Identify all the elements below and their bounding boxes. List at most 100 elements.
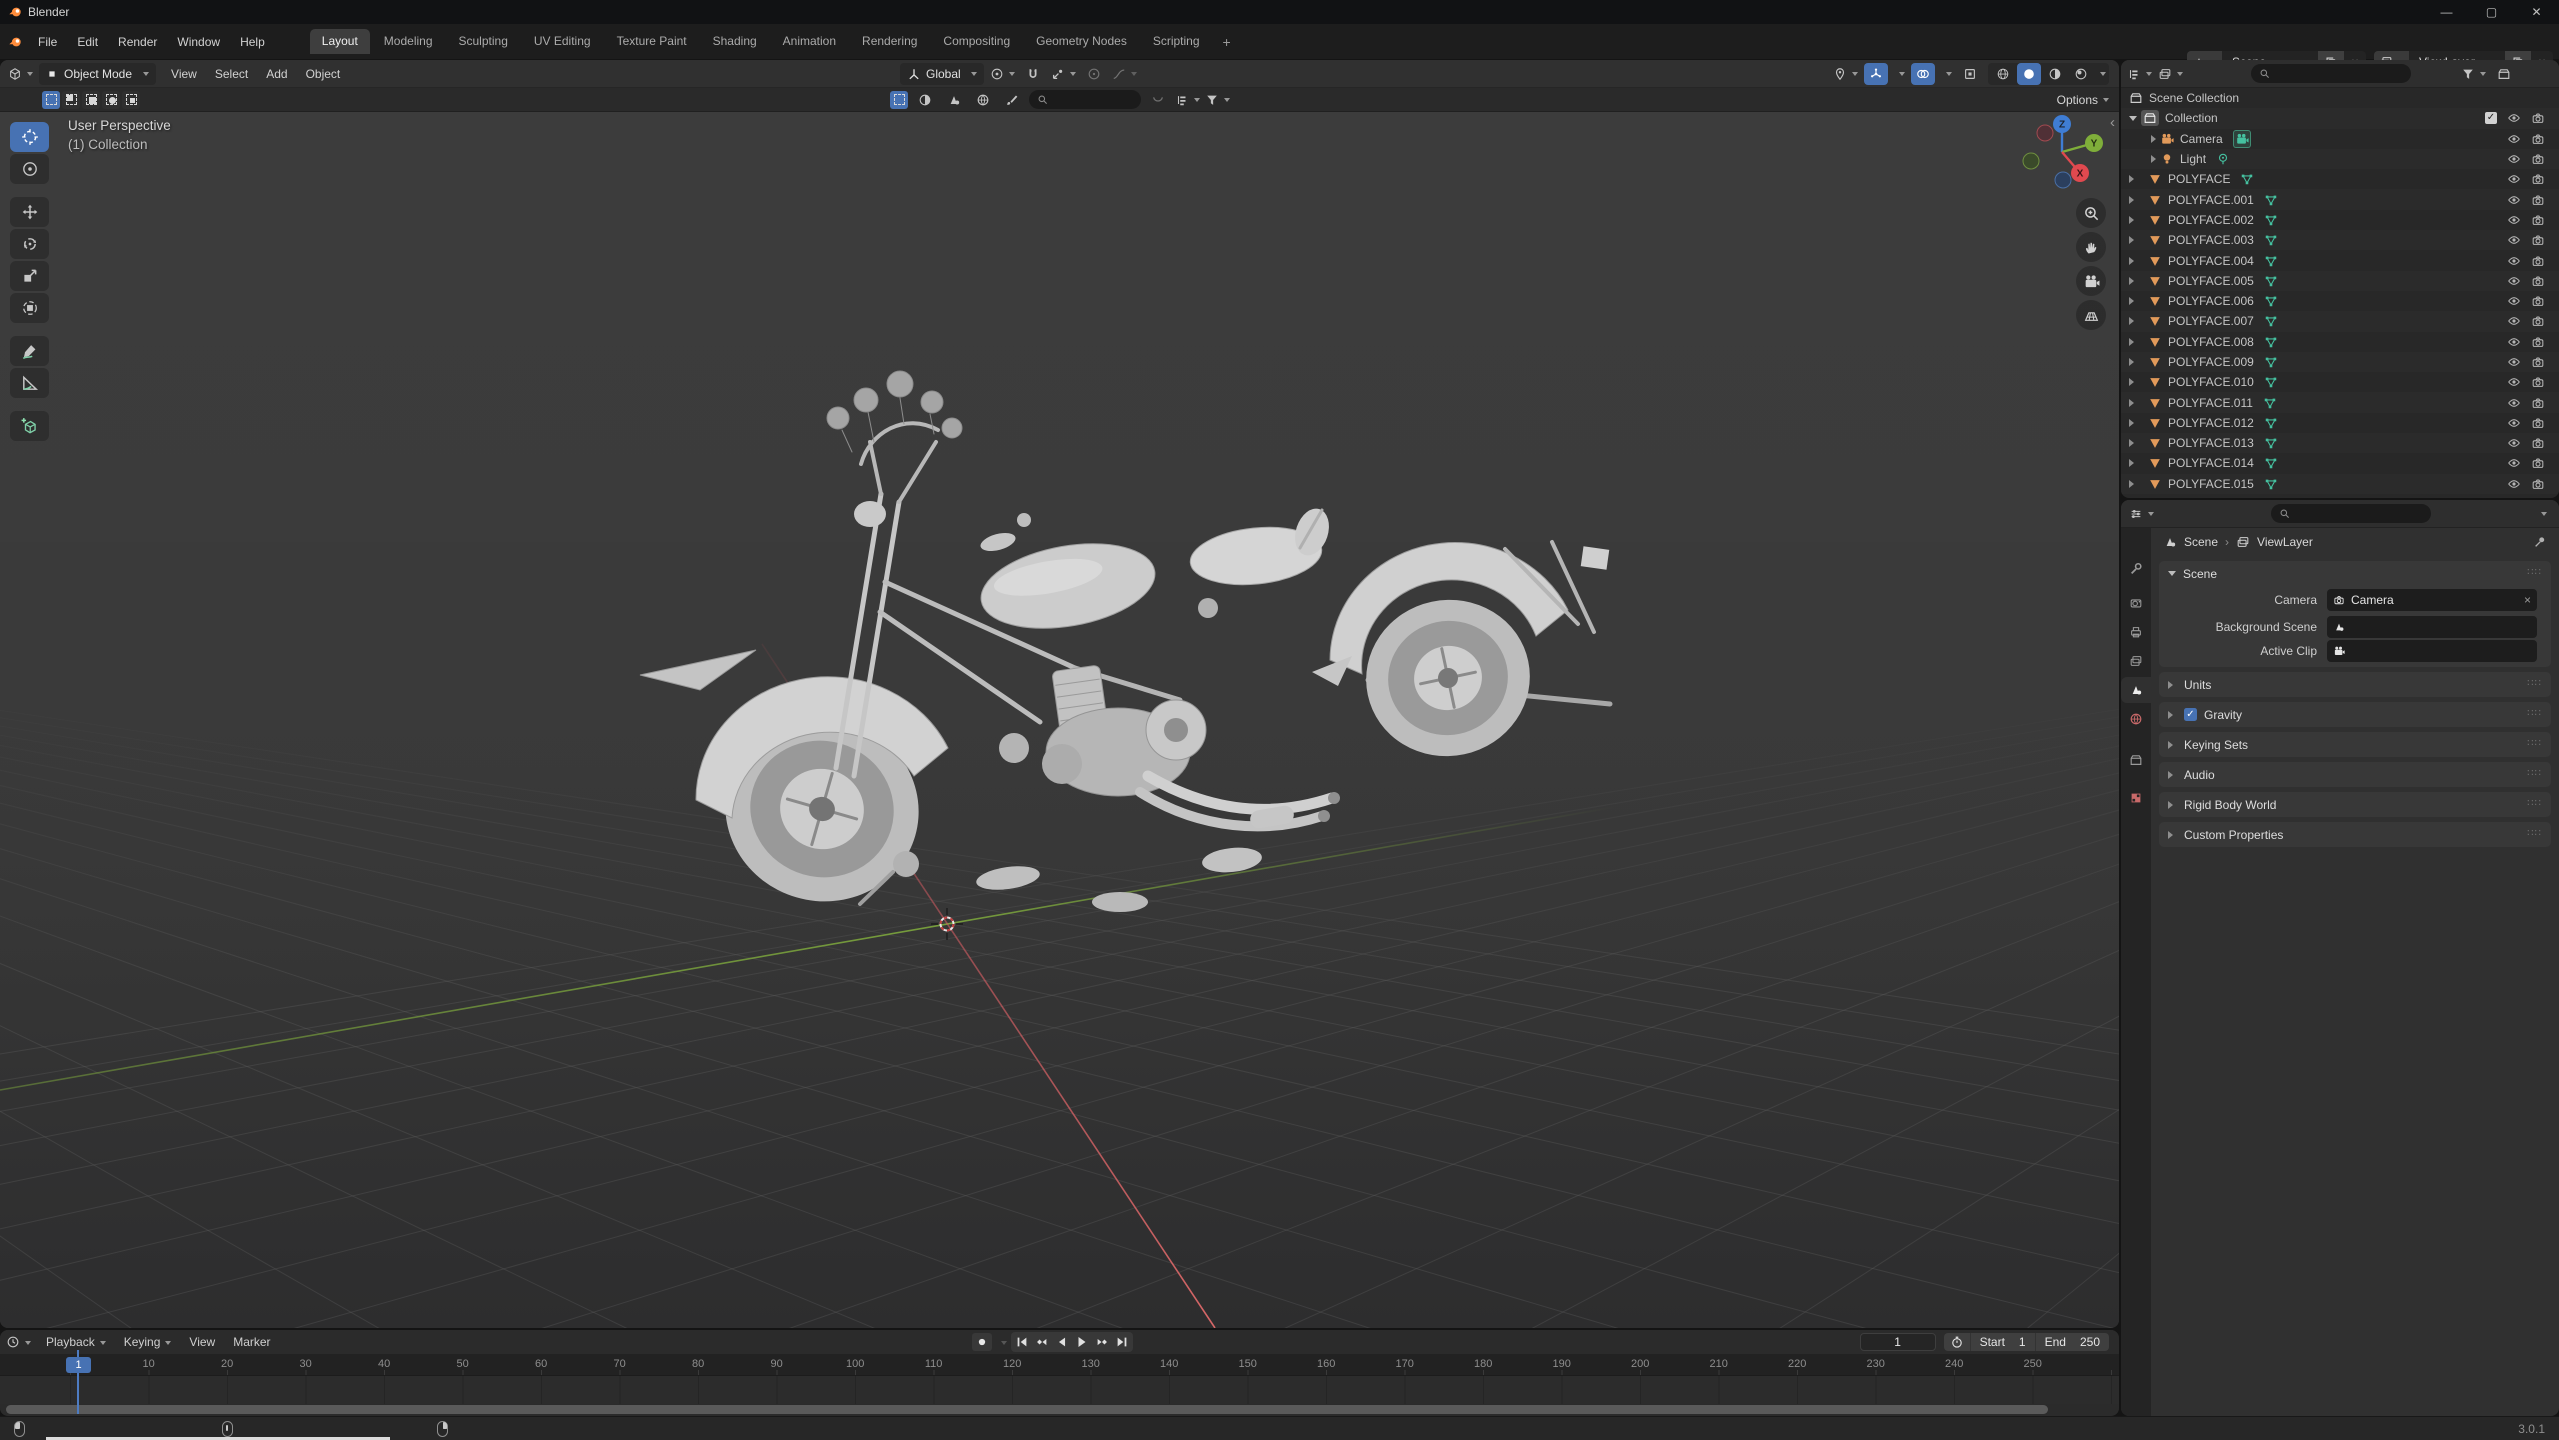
breadcrumb-scene[interactable]: Scene — [2184, 535, 2218, 549]
tree-display-dropdown[interactable] — [1175, 89, 1200, 111]
disable-in-render-icon[interactable] — [2531, 254, 2545, 268]
outliner-row[interactable]: POLYFACE.014 — [2121, 453, 2559, 473]
filter-scene-icon[interactable] — [942, 89, 966, 111]
camera-field[interactable]: Camera × — [2327, 589, 2537, 611]
workspace-tab-modeling[interactable]: Modeling — [372, 29, 445, 54]
viewport-menu-object[interactable]: Object — [297, 63, 350, 85]
outliner-display-mode-dropdown[interactable] — [2158, 63, 2183, 85]
panel-gravity[interactable]: ✓Gravity∷∷ — [2159, 702, 2551, 727]
minimize-button[interactable]: — — [2424, 0, 2469, 24]
tool-scale[interactable] — [10, 261, 49, 291]
outliner-row[interactable]: POLYFACE.001 — [2121, 189, 2559, 209]
select-extend-button[interactable] — [62, 91, 80, 109]
blender-menu-icon[interactable] — [8, 35, 22, 49]
next-keyframe-button[interactable] — [1092, 1333, 1112, 1351]
timeline-editor-type-button[interactable] — [6, 1331, 31, 1353]
disable-in-render-icon[interactable] — [2531, 375, 2545, 389]
shading-rendered-button[interactable] — [2069, 63, 2093, 85]
outliner-filter-dropdown[interactable] — [2461, 63, 2486, 85]
outliner-editor-type-button[interactable] — [2127, 63, 2152, 85]
disable-in-render-icon[interactable] — [2531, 335, 2545, 349]
show-overlays-toggle[interactable] — [1911, 63, 1935, 85]
tab-texture[interactable] — [2121, 785, 2151, 811]
ortho-toggle-button[interactable] — [2076, 300, 2106, 330]
disable-in-render-icon[interactable] — [2531, 355, 2545, 369]
proportional-falloff-dropdown[interactable] — [1112, 63, 1137, 85]
hide-in-viewport-icon[interactable] — [2507, 375, 2521, 389]
tab-world[interactable] — [2121, 706, 2151, 732]
hide-in-viewport-icon[interactable] — [2507, 436, 2521, 450]
disable-in-render-icon[interactable] — [2531, 274, 2545, 288]
pivot-point-dropdown[interactable] — [990, 63, 1015, 85]
camera-view-button[interactable] — [2076, 266, 2106, 296]
menu-window[interactable]: Window — [167, 31, 230, 53]
workspace-tab-compositing[interactable]: Compositing — [931, 29, 1022, 54]
outliner-row[interactable]: POLYFACE.010 — [2121, 372, 2559, 392]
outliner-row[interactable]: POLYFACE.003 — [2121, 230, 2559, 250]
outliner-row[interactable]: POLYFACE.004 — [2121, 250, 2559, 270]
timeline-ruler[interactable]: 1 10203040506070809010011012013014015016… — [0, 1354, 2119, 1376]
zoom-button[interactable] — [2076, 198, 2106, 228]
timeline-menu-playback[interactable]: Playback — [37, 1332, 115, 1352]
timeline-scrollbar[interactable] — [0, 1404, 2119, 1415]
collection-checkbox[interactable]: ✓ — [2485, 112, 2497, 124]
proportional-editing-toggle[interactable] — [1082, 63, 1106, 85]
hide-in-viewport-icon[interactable] — [2507, 254, 2521, 268]
xray-toggle[interactable] — [1958, 63, 1982, 85]
tool-transform[interactable] — [10, 293, 49, 323]
outliner-row[interactable]: Camera — [2121, 129, 2559, 149]
disable-in-render-icon[interactable] — [2531, 314, 2545, 328]
tab-output[interactable] — [2121, 619, 2151, 645]
disable-in-render-icon[interactable] — [2531, 456, 2545, 470]
hide-in-viewport-icon[interactable] — [2507, 213, 2521, 227]
outliner-row[interactable]: Collection✓ — [2121, 108, 2559, 128]
outliner-row[interactable]: POLYFACE.009 — [2121, 352, 2559, 372]
scene-panel-header[interactable]: Scene ∷∷ — [2159, 561, 2551, 586]
outliner-row[interactable]: POLYFACE — [2121, 169, 2559, 189]
tab-tool[interactable] — [2121, 556, 2151, 582]
prev-keyframe-button[interactable] — [1032, 1333, 1052, 1351]
workspace-tab-geometry-nodes[interactable]: Geometry Nodes — [1024, 29, 1139, 54]
outliner-row[interactable]: POLYFACE.012 — [2121, 413, 2559, 433]
show-gizmo-toggle[interactable] — [1864, 63, 1888, 85]
filter-world-icon[interactable] — [971, 89, 995, 111]
outliner-row[interactable]: POLYFACE.002 — [2121, 210, 2559, 230]
hide-in-viewport-icon[interactable] — [2507, 111, 2521, 125]
tab-scene[interactable] — [2121, 677, 2151, 703]
outliner-row[interactable]: Scene Collection — [2121, 88, 2559, 108]
disable-in-render-icon[interactable] — [2531, 233, 2545, 247]
viewport-menu-view[interactable]: View — [162, 63, 206, 85]
filter-region-button[interactable] — [890, 91, 908, 109]
new-collection-button[interactable] — [2492, 63, 2516, 85]
tool-move[interactable] — [10, 197, 49, 227]
tool-measure[interactable] — [10, 368, 49, 398]
hide-in-viewport-icon[interactable] — [2507, 172, 2521, 186]
hide-in-viewport-icon[interactable] — [2507, 314, 2521, 328]
object-visibility-dropdown[interactable] — [1833, 63, 1858, 85]
hide-in-viewport-icon[interactable] — [2507, 193, 2521, 207]
shading-material-button[interactable] — [2043, 63, 2067, 85]
outliner-row[interactable]: POLYFACE.011 — [2121, 392, 2559, 412]
pin-icon[interactable] — [2533, 535, 2547, 549]
tool-cursor[interactable] — [10, 154, 49, 184]
outliner-row[interactable]: POLYFACE.007 — [2121, 311, 2559, 331]
shading-solid-button[interactable] — [2017, 63, 2041, 85]
viewport-canvas[interactable]: Z Y X User Perspective — [0, 112, 2119, 1328]
background-scene-field[interactable] — [2327, 616, 2537, 638]
properties-search-input[interactable] — [2271, 504, 2431, 523]
outliner-row[interactable]: POLYFACE.013 — [2121, 433, 2559, 453]
auto-keying-toggle[interactable] — [972, 1333, 992, 1351]
workspace-tab-layout[interactable]: Layout — [310, 29, 370, 54]
hide-in-viewport-icon[interactable] — [2507, 233, 2521, 247]
workspace-tab-rendering[interactable]: Rendering — [850, 29, 929, 54]
tool-select-box[interactable] — [10, 122, 49, 152]
falloff-curve-button[interactable] — [1146, 89, 1170, 111]
menu-file[interactable]: File — [28, 31, 67, 53]
hide-in-viewport-icon[interactable] — [2507, 274, 2521, 288]
play-reverse-button[interactable] — [1052, 1333, 1072, 1351]
tool-search-input[interactable] — [1029, 90, 1141, 109]
hide-in-viewport-icon[interactable] — [2507, 355, 2521, 369]
mode-dropdown[interactable]: Object Mode — [39, 63, 156, 85]
add-workspace-button[interactable]: + — [1213, 34, 1241, 50]
outliner-row[interactable]: POLYFACE.005 — [2121, 271, 2559, 291]
